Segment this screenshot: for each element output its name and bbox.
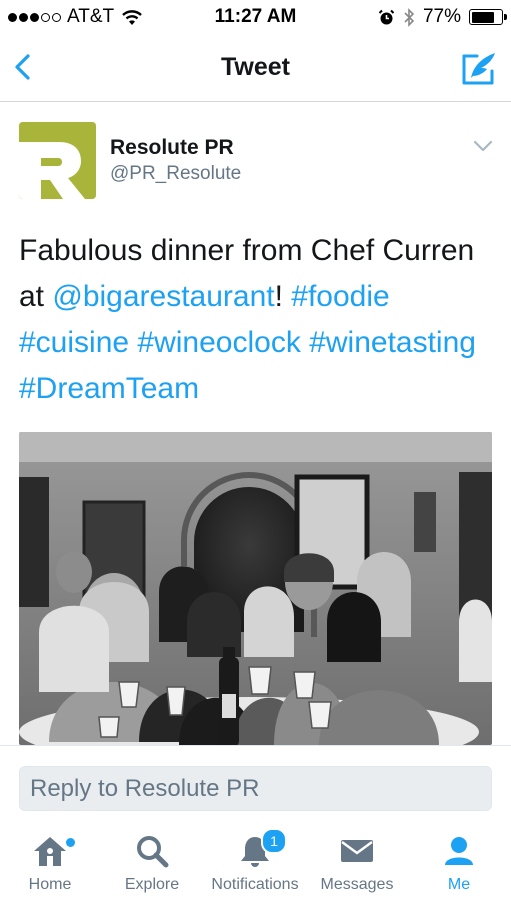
home-icon [34,837,66,866]
author-handle[interactable]: @PR_Resolute [110,163,241,185]
battery-icon [469,9,507,25]
status-bar: AT&T 11:27 AM 77% [0,0,511,36]
reply-bar [0,745,511,821]
hashtag-link[interactable]: #cuisine [19,326,129,359]
new-content-dot [66,838,75,847]
tab-label: Notifications [211,876,299,893]
tab-explore[interactable]: Explore [102,834,202,894]
tweet-menu-button[interactable] [471,136,495,156]
tab-bar: Home Explore 1 Notifications Messages Me [0,822,511,905]
tweet-photo[interactable] [19,432,492,745]
tab-label: Messages [320,876,394,893]
envelope-icon [341,840,373,862]
tweet-text-part: ! [274,280,292,313]
nav-bar: Tweet [0,36,511,102]
group-photo [19,432,492,745]
notification-badge: 1 [261,828,287,854]
tab-label: Explore [124,876,180,893]
bluetooth-icon [404,7,415,27]
tab-notifications[interactable]: 1 Notifications [205,828,305,894]
author-name[interactable]: Resolute PR [110,136,234,160]
page-title: Tweet [221,53,290,81]
search-icon [137,836,169,868]
tab-messages[interactable]: Messages [307,834,407,894]
status-right: 77% [378,6,507,28]
tab-label: Home [28,876,72,893]
alarm-icon [378,9,395,24]
compose-tweet-button[interactable] [459,49,499,89]
compose-tweet-icon [462,53,495,85]
resolute-logo [19,122,96,199]
tab-label: Me [447,876,471,893]
battery-percent: 77% [422,6,461,27]
avatar[interactable] [19,122,96,199]
tab-me[interactable]: Me [409,834,509,894]
person-icon [445,837,473,865]
hashtag-link[interactable]: #wineoclock [137,326,300,359]
tab-home[interactable]: Home [0,834,100,894]
chevron-down-icon [473,140,493,152]
hashtag-link[interactable]: #DreamTeam [19,372,199,405]
battery-level [471,11,494,23]
hashtag-link[interactable]: #foodie [291,280,389,313]
tweet-text: Fabulous dinner from Chef Curren at @big… [19,228,499,412]
hashtag-link[interactable]: #winetasting [309,326,476,359]
reply-input[interactable] [19,766,492,811]
mention-link[interactable]: @bigarestaurant [52,280,274,313]
